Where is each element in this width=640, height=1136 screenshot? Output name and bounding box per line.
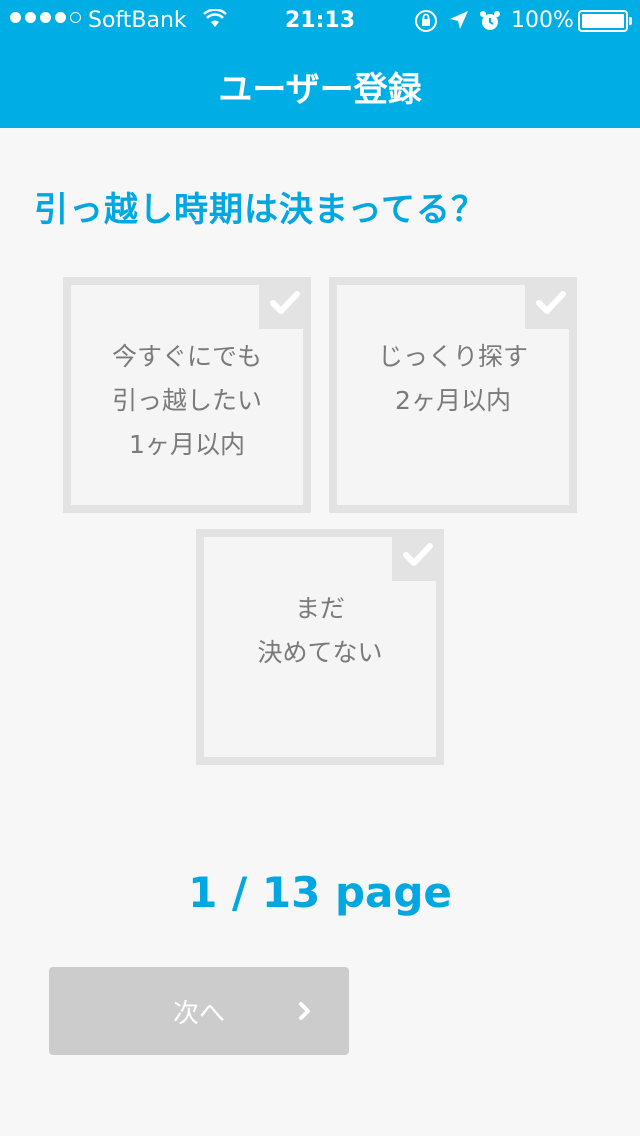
page-indicator: 1 / 13 page [188, 868, 452, 917]
rotation-lock-icon [414, 9, 438, 39]
next-button[interactable]: 次へ [49, 967, 349, 1055]
battery-percentage: 100% [511, 8, 574, 33]
navigation-bar: SoftBank 21:13 100% ユーザー登録 [0, 0, 640, 128]
option-search-carefully[interactable]: じっくり探す 2ヶ月以内 [329, 277, 577, 513]
alarm-icon [478, 9, 502, 39]
location-arrow-icon [448, 9, 470, 37]
option-undecided[interactable]: まだ 決めてない [196, 529, 444, 765]
option-label: まだ 決めてない [257, 594, 383, 667]
option-label: 今すぐにでも 引っ越したい 1ヶ月以内 [111, 342, 262, 459]
checkmark-icon [392, 529, 444, 581]
option-move-now[interactable]: 今すぐにでも 引っ越したい 1ヶ月以内 [63, 277, 311, 513]
battery-icon [578, 10, 632, 32]
page-title: ユーザー登録 [218, 70, 422, 110]
option-label: じっくり探す 2ヶ月以内 [377, 342, 528, 415]
status-bar: SoftBank 21:13 100% [0, 0, 640, 40]
checkmark-icon [259, 277, 311, 329]
checkmark-icon [525, 277, 577, 329]
question-heading: 引っ越し時期は決まってる？ [34, 190, 486, 230]
chevron-right-icon [297, 1001, 313, 1025]
